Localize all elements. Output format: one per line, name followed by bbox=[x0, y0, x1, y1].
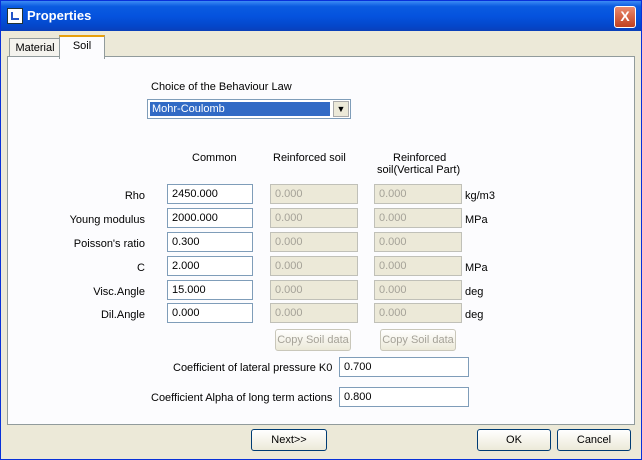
dil-angle-common-input[interactable]: 0.000 bbox=[167, 303, 253, 323]
c-vertical-input[interactable]: 0.000 bbox=[374, 256, 462, 276]
young-modulus-common-input[interactable]: 2000.000 bbox=[167, 208, 253, 228]
window-title: Properties bbox=[27, 8, 92, 23]
behaviour-law-label: Choice of the Behaviour Law bbox=[151, 81, 292, 93]
visc-angle-reinforced-input[interactable]: 0.000 bbox=[270, 280, 358, 300]
alpha-input[interactable]: 0.800 bbox=[339, 387, 469, 407]
dil-angle-vertical-input[interactable]: 0.000 bbox=[374, 303, 462, 323]
row-label-dil-angle: Dil.Angle bbox=[100, 309, 145, 321]
row-label-visc-angle: Visc.Angle bbox=[93, 286, 145, 298]
poisson-ratio-reinforced-input[interactable]: 0.000 bbox=[270, 232, 358, 252]
c-reinforced-input[interactable]: 0.000 bbox=[270, 256, 358, 276]
young-modulus-vertical-input[interactable]: 0.000 bbox=[374, 208, 462, 228]
dil-angle-reinforced-input[interactable]: 0.000 bbox=[270, 303, 358, 323]
properties-dialog: Properties X Material Soil Choice of the… bbox=[0, 0, 642, 460]
young-modulus-unit: MPa bbox=[465, 214, 488, 226]
row-label-rho: Rho bbox=[124, 190, 145, 202]
visc-angle-unit: deg bbox=[465, 286, 484, 298]
c-common-input[interactable]: 2.000 bbox=[167, 256, 253, 276]
chevron-down-icon[interactable]: ▼ bbox=[333, 101, 349, 117]
k0-input[interactable]: 0.700 bbox=[339, 357, 469, 377]
window-icon bbox=[7, 8, 23, 24]
poisson-ratio-vertical-input[interactable]: 0.000 bbox=[374, 232, 462, 252]
column-header-vertical-2: soil(Vertical Part) bbox=[377, 164, 461, 176]
alpha-label: Coefficient Alpha of long term actions bbox=[151, 392, 333, 404]
c-unit: MPa bbox=[465, 262, 488, 274]
rho-common-input[interactable]: 2450.000 bbox=[167, 184, 253, 204]
rho-unit: kg/m3 bbox=[465, 190, 495, 202]
row-label-young-modulus: Young modulus bbox=[69, 214, 145, 226]
copy-soil-data-vertical-button[interactable]: Copy Soil data bbox=[380, 329, 456, 351]
rho-reinforced-input[interactable]: 0.000 bbox=[270, 184, 358, 204]
row-label-poisson-ratio: Poisson's ratio bbox=[73, 238, 145, 250]
cancel-button[interactable]: Cancel bbox=[557, 429, 631, 451]
tab-soil[interactable]: Soil bbox=[59, 35, 105, 59]
k0-label: Coefficient of lateral pressure K0 bbox=[173, 362, 333, 374]
dil-angle-unit: deg bbox=[465, 309, 484, 321]
poisson-ratio-common-input[interactable]: 0.300 bbox=[167, 232, 253, 252]
visc-angle-vertical-input[interactable]: 0.000 bbox=[374, 280, 462, 300]
column-header-common: Common bbox=[192, 152, 237, 164]
young-modulus-reinforced-input[interactable]: 0.000 bbox=[270, 208, 358, 228]
title-bar[interactable]: Properties X bbox=[1, 1, 641, 31]
copy-soil-data-reinforced-button[interactable]: Copy Soil data bbox=[275, 329, 351, 351]
behaviour-law-value: Mohr-Coulomb bbox=[150, 102, 330, 116]
next-button[interactable]: Next>> bbox=[251, 429, 327, 451]
close-button[interactable]: X bbox=[614, 6, 636, 28]
column-header-vertical-1: Reinforced bbox=[393, 152, 447, 164]
row-label-c: C bbox=[137, 262, 145, 274]
behaviour-law-select[interactable]: Mohr-Coulomb ▼ bbox=[147, 99, 351, 119]
column-header-reinforced: Reinforced soil bbox=[273, 152, 346, 164]
visc-angle-common-input[interactable]: 15.000 bbox=[167, 280, 253, 300]
rho-vertical-input[interactable]: 0.000 bbox=[374, 184, 462, 204]
ok-button[interactable]: OK bbox=[477, 429, 551, 451]
